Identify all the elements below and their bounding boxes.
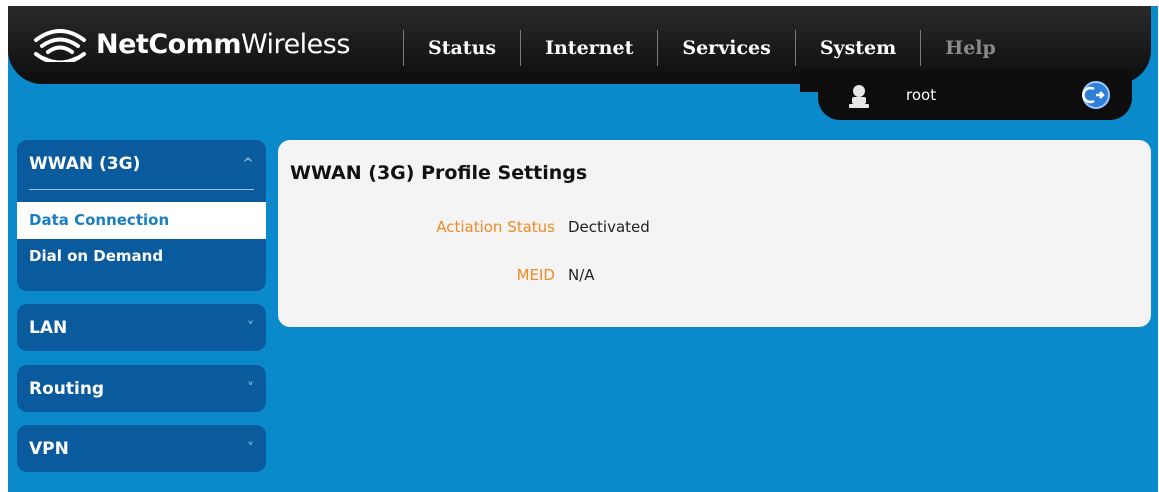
user-icon bbox=[849, 85, 869, 108]
sidebar-section-lan[interactable]: LAN ˅ bbox=[17, 304, 266, 351]
brand-name-bold: NetComm bbox=[96, 28, 241, 60]
sidebar-header-label: WWAN (3G) bbox=[29, 154, 141, 174]
nav-status[interactable]: Status bbox=[403, 30, 520, 66]
sidebar-header-routing[interactable]: Routing ˅ bbox=[29, 365, 254, 413]
chevron-down-icon: ˅ bbox=[247, 441, 254, 457]
sidebar-header-label: LAN bbox=[29, 318, 68, 338]
brand-name-light: Wireless bbox=[240, 28, 350, 60]
sidebar-header-label: Routing bbox=[29, 379, 105, 399]
field-value-activation-status: Dectivated bbox=[568, 218, 650, 236]
profile-settings-card: WWAN (3G) Profile Settings Actiation Sta… bbox=[278, 140, 1151, 327]
sidebar-header-wwan[interactable]: WWAN (3G) ^ bbox=[29, 140, 254, 188]
netcomm-logo[interactable]: NetComm Wireless bbox=[32, 24, 350, 64]
sidebar-item-dial-on-demand[interactable]: Dial on Demand bbox=[17, 242, 266, 270]
sidebar-header-lan[interactable]: LAN ˅ bbox=[29, 304, 254, 352]
chevron-up-icon: ^ bbox=[242, 156, 254, 172]
chevron-down-icon: ˅ bbox=[247, 320, 254, 336]
main-nav: Status Internet Services System Help bbox=[403, 30, 1020, 66]
wifi-logo-icon bbox=[34, 29, 86, 62]
page-title: WWAN (3G) Profile Settings bbox=[290, 162, 588, 184]
sidebar-header-vpn[interactable]: VPN ˅ bbox=[29, 425, 254, 473]
divider bbox=[29, 189, 254, 190]
username: root bbox=[906, 86, 937, 104]
chevron-down-icon: ˅ bbox=[247, 381, 254, 397]
logout-icon[interactable] bbox=[1082, 81, 1110, 109]
sidebar-section-routing[interactable]: Routing ˅ bbox=[17, 365, 266, 412]
user-tab: root bbox=[800, 70, 1132, 120]
nav-system[interactable]: System bbox=[794, 30, 920, 66]
nav-services[interactable]: Services bbox=[657, 30, 794, 66]
sidebar-section-vpn[interactable]: VPN ˅ bbox=[17, 425, 266, 472]
sidebar-section-wwan: WWAN (3G) ^ Data Connection Dial on Dema… bbox=[17, 140, 266, 291]
field-label-activation-status: Actiation Status bbox=[436, 218, 555, 236]
sidebar-item-data-connection[interactable]: Data Connection bbox=[17, 202, 266, 239]
nav-internet[interactable]: Internet bbox=[520, 30, 657, 66]
sidebar-header-label: VPN bbox=[29, 439, 69, 459]
field-value-meid: N/A bbox=[568, 266, 595, 284]
field-label-meid: MEID bbox=[516, 266, 555, 284]
nav-help[interactable]: Help bbox=[920, 30, 1020, 66]
